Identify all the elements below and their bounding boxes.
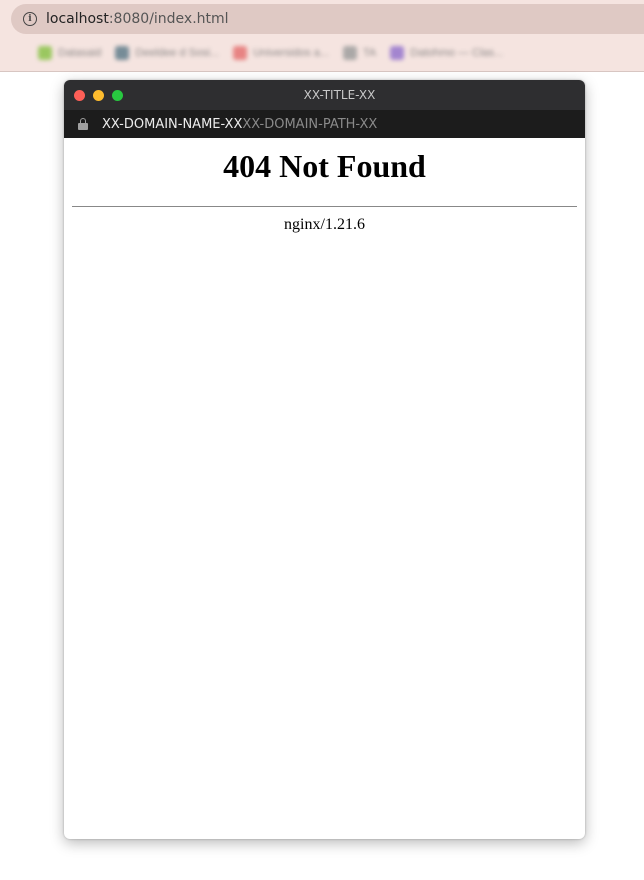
domain-name: XX-DOMAIN-NAME-XX bbox=[102, 116, 243, 132]
bookmarks-bar: Datasaid Deeldee d Sosi... Universidos a… bbox=[0, 40, 644, 66]
divider bbox=[72, 206, 577, 207]
browser-toolbar: i localhost:8080/index.html Datasaid Dee… bbox=[0, 0, 644, 72]
bookmark-favicon-icon bbox=[390, 46, 405, 60]
bookmark-item[interactable]: Universidos a... bbox=[233, 46, 329, 60]
bookmark-label: Universidos a... bbox=[253, 47, 330, 59]
info-icon[interactable]: i bbox=[23, 12, 37, 26]
bookmark-favicon-icon bbox=[115, 46, 130, 60]
bookmark-label: TA bbox=[363, 47, 377, 59]
url-path: :8080/index.html bbox=[108, 11, 229, 27]
url-host: localhost bbox=[46, 11, 109, 27]
server-signature: nginx/1.21.6 bbox=[284, 216, 365, 233]
window-title: XX-TITLE-XX bbox=[303, 88, 376, 102]
bookmark-item[interactable]: Datasaid bbox=[38, 46, 101, 60]
bookmark-favicon-icon bbox=[38, 46, 52, 60]
mockup-window: XX-TITLE-XX XX-DOMAIN-NAME-XX XX-DOMAIN-P… bbox=[64, 80, 585, 839]
folder-icon bbox=[343, 46, 358, 60]
bookmark-favicon-icon bbox=[233, 46, 248, 60]
error-heading: 404 Not Found bbox=[223, 148, 426, 184]
bookmark-label: Datasaid bbox=[58, 47, 102, 59]
window-url-bar[interactable]: XX-DOMAIN-NAME-XX XX-DOMAIN-PATH-XX bbox=[64, 110, 585, 138]
bookmark-item[interactable]: TA bbox=[343, 46, 376, 60]
domain-path: XX-DOMAIN-PATH-XX bbox=[242, 116, 378, 132]
bookmark-item[interactable]: Datohmo — Clas... bbox=[390, 46, 503, 60]
page-content: 404 Not Found nginx/1.21.6 bbox=[64, 138, 585, 234]
address-url[interactable]: localhost:8080/index.html bbox=[46, 11, 229, 27]
window-titlebar: XX-TITLE-XX bbox=[64, 80, 585, 110]
bookmark-label: Datohmo — Clas... bbox=[410, 47, 504, 59]
bookmark-label: Deeldee d Sosi... bbox=[135, 47, 220, 59]
lock-icon bbox=[78, 118, 88, 130]
address-bar[interactable]: i localhost:8080/index.html bbox=[11, 4, 644, 34]
bookmark-item[interactable]: Deeldee d Sosi... bbox=[115, 46, 219, 60]
